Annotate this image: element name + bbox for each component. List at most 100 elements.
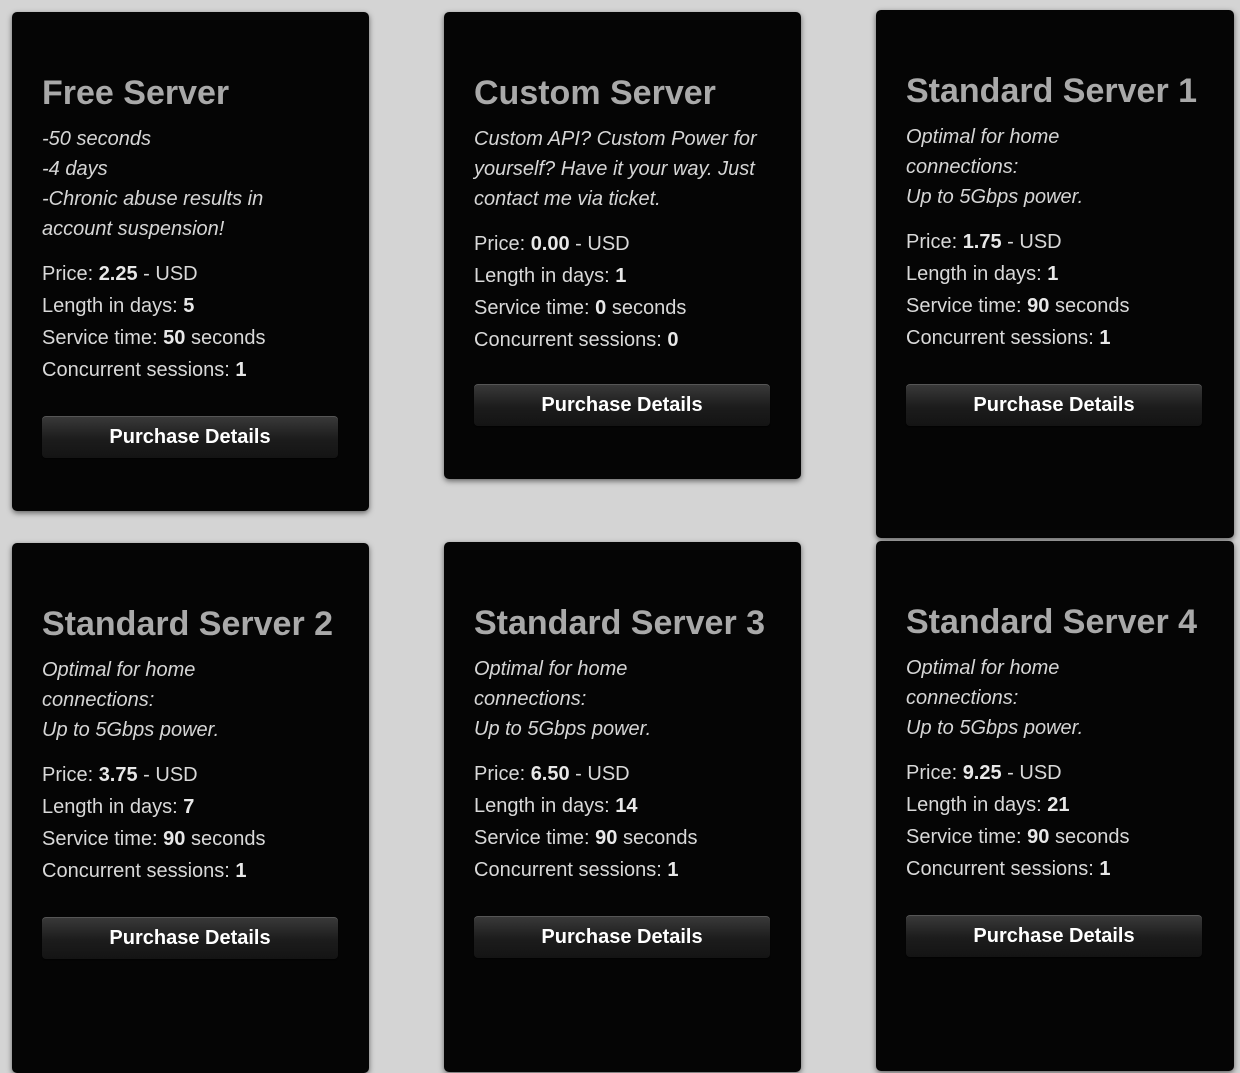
service-time-value: 90 — [1027, 826, 1050, 848]
sessions-label: Concurrent sessions: — [906, 858, 1100, 880]
plan-description: Custom API? Custom Power for yourself? H… — [474, 128, 757, 210]
price-row: Price: 6.50 - USD — [474, 758, 771, 790]
length-label: Length in days: — [474, 265, 616, 287]
service-time-unit: seconds — [606, 297, 687, 319]
service-time-label: Service time: — [906, 295, 1028, 317]
length-value: 1 — [1047, 263, 1059, 285]
length-value: 1 — [615, 265, 627, 287]
plan-card-free-server: Free Server -50 seconds -4 days -Chronic… — [12, 12, 369, 511]
length-label: Length in days: — [42, 295, 184, 317]
length-value: 21 — [1047, 794, 1070, 816]
sessions-row: Concurrent sessions: 1 — [474, 854, 771, 886]
length-label: Length in days: — [906, 263, 1048, 285]
length-row: Length in days: 1 — [906, 258, 1204, 290]
price-row: Price: 0.00 - USD — [474, 228, 771, 260]
purchase-details-button[interactable]: Purchase Details — [474, 384, 770, 426]
sessions-row: Concurrent sessions: 0 — [474, 324, 771, 356]
purchase-details-button[interactable]: Purchase Details — [474, 916, 770, 958]
length-row: Length in days: 1 — [474, 260, 771, 292]
service-time-row: Service time: 90 seconds — [474, 822, 771, 854]
price-value: 6.50 — [530, 763, 570, 785]
service-time-unit: seconds — [1049, 826, 1130, 848]
sessions-label: Concurrent sessions: — [474, 329, 668, 351]
length-value: 14 — [615, 795, 638, 817]
length-row: Length in days: 5 — [42, 290, 339, 322]
price-row: Price: 3.75 - USD — [42, 759, 339, 791]
purchase-details-button[interactable]: Purchase Details — [42, 917, 338, 959]
sessions-value: 1 — [1099, 327, 1111, 349]
plan-card-standard-server-4: Standard Server 4 Optimal for home conne… — [876, 541, 1234, 1071]
plan-card-standard-server-3: Standard Server 3 Optimal for home conne… — [444, 542, 801, 1072]
plan-specs: Price: 2.25 - USD Length in days: 5 Serv… — [42, 258, 339, 386]
plan-specs: Price: 6.50 - USD Length in days: 14 Ser… — [474, 758, 771, 886]
length-label: Length in days: — [42, 796, 184, 818]
price-row: Price: 9.25 - USD — [906, 757, 1204, 789]
service-time-row: Service time: 90 seconds — [906, 821, 1204, 853]
service-time-value: 90 — [163, 828, 186, 850]
plan-description: Optimal for home connections: Up to 5Gbp… — [474, 658, 652, 740]
price-value: 9.25 — [962, 762, 1002, 784]
price-value: 0.00 — [530, 233, 570, 255]
sessions-row: Concurrent sessions: 1 — [42, 354, 339, 386]
plan-description: -50 seconds -4 days -Chronic abuse resul… — [42, 128, 264, 240]
plan-specs: Price: 3.75 - USD Length in days: 7 Serv… — [42, 759, 339, 887]
length-label: Length in days: — [474, 795, 616, 817]
plan-description: Optimal for home connections: Up to 5Gbp… — [906, 126, 1084, 208]
length-value: 7 — [183, 796, 195, 818]
plan-title: Standard Server 4 — [906, 603, 1198, 641]
price-label: Price: — [474, 763, 531, 785]
purchase-details-button[interactable]: Purchase Details — [42, 416, 338, 458]
service-time-label: Service time: — [474, 827, 596, 849]
sessions-value: 0 — [667, 329, 679, 351]
service-time-unit: seconds — [617, 827, 698, 849]
purchase-details-button[interactable]: Purchase Details — [906, 384, 1202, 426]
price-label: Price: — [42, 263, 99, 285]
service-time-row: Service time: 0 seconds — [474, 292, 771, 324]
sessions-value: 1 — [667, 859, 679, 881]
purchase-details-button[interactable]: Purchase Details — [906, 915, 1202, 957]
sessions-value: 1 — [1099, 858, 1111, 880]
price-currency: - USD — [569, 763, 630, 785]
sessions-value: 1 — [235, 860, 247, 882]
sessions-label: Concurrent sessions: — [42, 359, 236, 381]
price-currency: - USD — [1001, 231, 1062, 253]
service-time-row: Service time: 50 seconds — [42, 322, 339, 354]
sessions-row: Concurrent sessions: 1 — [906, 853, 1204, 885]
service-time-row: Service time: 90 seconds — [906, 290, 1204, 322]
price-label: Price: — [906, 762, 963, 784]
service-time-label: Service time: — [42, 327, 164, 349]
plan-title: Free Server — [42, 74, 230, 112]
price-label: Price: — [906, 231, 963, 253]
length-row: Length in days: 7 — [42, 791, 339, 823]
price-currency: - USD — [569, 233, 630, 255]
plan-specs: Price: 0.00 - USD Length in days: 1 Serv… — [474, 228, 771, 356]
plan-card-standard-server-1: Standard Server 1 Optimal for home conne… — [876, 10, 1234, 538]
plan-description: Optimal for home connections: Up to 5Gbp… — [906, 657, 1084, 739]
length-row: Length in days: 21 — [906, 789, 1204, 821]
plan-title: Custom Server — [474, 74, 716, 112]
plan-title: Standard Server 3 — [474, 604, 766, 642]
service-time-label: Service time: — [42, 828, 164, 850]
service-time-label: Service time: — [906, 826, 1028, 848]
length-row: Length in days: 14 — [474, 790, 771, 822]
sessions-label: Concurrent sessions: — [906, 327, 1100, 349]
plan-description: Optimal for home connections: Up to 5Gbp… — [42, 659, 220, 741]
service-time-value: 50 — [163, 327, 186, 349]
price-currency: - USD — [1001, 762, 1062, 784]
service-time-label: Service time: — [474, 297, 596, 319]
sessions-label: Concurrent sessions: — [474, 859, 668, 881]
plan-specs: Price: 9.25 - USD Length in days: 21 Ser… — [906, 757, 1204, 885]
service-time-value: 90 — [1027, 295, 1050, 317]
price-label: Price: — [474, 233, 531, 255]
price-value: 3.75 — [98, 764, 138, 786]
service-time-value: 0 — [595, 297, 607, 319]
price-currency: - USD — [137, 263, 198, 285]
sessions-row: Concurrent sessions: 1 — [906, 322, 1204, 354]
price-row: Price: 1.75 - USD — [906, 226, 1204, 258]
service-time-unit: seconds — [1049, 295, 1130, 317]
plan-specs: Price: 1.75 - USD Length in days: 1 Serv… — [906, 226, 1204, 354]
service-time-row: Service time: 90 seconds — [42, 823, 339, 855]
price-value: 2.25 — [98, 263, 138, 285]
service-time-unit: seconds — [185, 327, 266, 349]
plan-card-custom-server: Custom Server Custom API? Custom Power f… — [444, 12, 801, 479]
